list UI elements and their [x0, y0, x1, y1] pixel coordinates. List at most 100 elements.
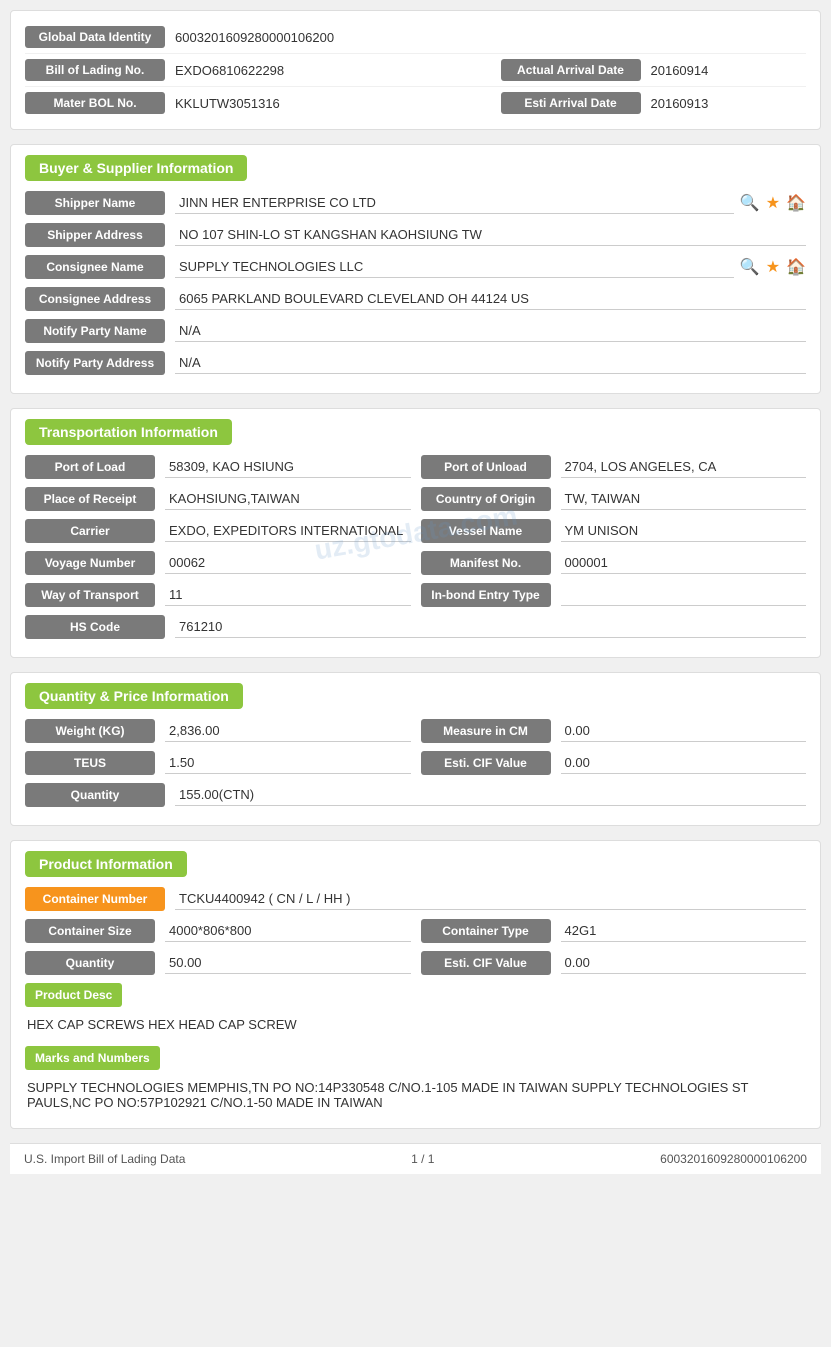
- port-of-load-col: Port of Load 58309, KAO HSIUNG: [25, 455, 411, 479]
- measure-in-cm-label: Measure in CM: [421, 719, 551, 743]
- product-desc-row: Product Desc HEX CAP SCREWS HEX HEAD CAP…: [25, 983, 806, 1040]
- in-bond-entry-type-label: In-bond Entry Type: [421, 583, 551, 607]
- container-number-row: Container Number TCKU4400942 ( CN / L / …: [25, 887, 806, 911]
- actual-arrival-pair: Actual Arrival Date 20160914: [491, 59, 807, 81]
- shipper-name-row: Shipper Name JINN HER ENTERPRISE CO LTD …: [25, 191, 806, 215]
- voyage-number-label: Voyage Number: [25, 551, 155, 575]
- quantity-value: 155.00(CTN): [175, 784, 806, 806]
- quantity-price-card: Quantity & Price Information Weight (KG)…: [10, 672, 821, 826]
- identity-card: Global Data Identity 6003201609280000106…: [10, 10, 821, 130]
- notify-party-address-value: N/A: [175, 352, 806, 374]
- hs-code-row: HS Code 761210: [25, 615, 806, 639]
- global-data-identity-row: Global Data Identity 6003201609280000106…: [25, 21, 806, 54]
- way-inbond-row: Way of Transport 11 In-bond Entry Type: [25, 583, 806, 607]
- star-icon[interactable]: ★: [766, 193, 780, 213]
- teus-value: 1.50: [165, 752, 411, 774]
- way-of-transport-label: Way of Transport: [25, 583, 155, 607]
- port-of-load-value: 58309, KAO HSIUNG: [165, 456, 411, 478]
- weight-kg-label: Weight (KG): [25, 719, 155, 743]
- marks-and-numbers-label: Marks and Numbers: [25, 1046, 160, 1070]
- shipper-address-label: Shipper Address: [25, 223, 165, 247]
- container-size-type-row: Container Size 4000*806*800 Container Ty…: [25, 919, 806, 943]
- place-of-receipt-col: Place of Receipt KAOHSIUNG,TAIWAN: [25, 487, 411, 511]
- notify-party-name-label: Notify Party Name: [25, 319, 165, 343]
- country-of-origin-label: Country of Origin: [421, 487, 551, 511]
- search-icon-2[interactable]: 🔍: [740, 257, 760, 277]
- shipper-address-value: NO 107 SHIN-LO ST KANGSHAN KAOHSIUNG TW: [175, 224, 806, 246]
- esti-cif-value-label: Esti. CIF Value: [421, 751, 551, 775]
- port-load-unload-row: Port of Load 58309, KAO HSIUNG Port of U…: [25, 455, 806, 479]
- country-of-origin-value: TW, TAIWAN: [561, 488, 807, 510]
- measure-in-cm-value: 0.00: [561, 720, 807, 742]
- transportation-card: uz.gtodata.com Transportation Informatio…: [10, 408, 821, 658]
- teus-col: TEUS 1.50: [25, 751, 411, 775]
- quantity-price-header: Quantity & Price Information: [25, 683, 243, 709]
- global-data-identity-label: Global Data Identity: [25, 26, 165, 48]
- product-card: Product Information Container Number TCK…: [10, 840, 821, 1129]
- home-icon-2[interactable]: 🏠: [786, 257, 806, 277]
- product-esti-cif-col: Esti. CIF Value 0.00: [421, 951, 807, 975]
- shipper-name-icons: 🔍 ★ 🏠: [740, 193, 806, 213]
- quantity-label: Quantity: [25, 783, 165, 807]
- home-icon[interactable]: 🏠: [786, 193, 806, 213]
- carrier-label: Carrier: [25, 519, 155, 543]
- quantity-row: Quantity 155.00(CTN): [25, 783, 806, 807]
- hs-code-label: HS Code: [25, 615, 165, 639]
- esti-cif-value-value: 0.00: [561, 752, 807, 774]
- way-of-transport-value: 11: [165, 584, 411, 606]
- consignee-name-value: SUPPLY TECHNOLOGIES LLC: [175, 256, 734, 278]
- bill-of-lading-value: EXDO6810622298: [175, 63, 491, 78]
- weight-kg-value: 2,836.00: [165, 720, 411, 742]
- mater-bol-value: KKLUTW3051316: [175, 96, 491, 111]
- way-of-transport-col: Way of Transport 11: [25, 583, 411, 607]
- container-number-label: Container Number: [25, 887, 165, 911]
- mater-bol-row: Mater BOL No. KKLUTW3051316 Esti Arrival…: [25, 87, 806, 119]
- product-esti-cif-label: Esti. CIF Value: [421, 951, 551, 975]
- container-type-label: Container Type: [421, 919, 551, 943]
- consignee-name-icons: 🔍 ★ 🏠: [740, 257, 806, 277]
- weight-kg-col: Weight (KG) 2,836.00: [25, 719, 411, 743]
- transportation-header: Transportation Information: [25, 419, 232, 445]
- mater-bol-label: Mater BOL No.: [25, 92, 165, 114]
- notify-party-address-row: Notify Party Address N/A: [25, 351, 806, 375]
- product-quantity-col: Quantity 50.00: [25, 951, 411, 975]
- esti-arrival-pair: Esti Arrival Date 20160913: [491, 92, 807, 114]
- star-icon-2[interactable]: ★: [766, 257, 780, 277]
- place-of-receipt-label: Place of Receipt: [25, 487, 155, 511]
- port-of-unload-col: Port of Unload 2704, LOS ANGELES, CA: [421, 455, 807, 479]
- carrier-col: Carrier EXDO, EXPEDITORS INTERNATIONAL: [25, 519, 411, 543]
- teus-esti-row: TEUS 1.50 Esti. CIF Value 0.00: [25, 751, 806, 775]
- marks-and-numbers-text: SUPPLY TECHNOLOGIES MEMPHIS,TN PO NO:14P…: [25, 1076, 806, 1118]
- vessel-name-col: Vessel Name YM UNISON: [421, 519, 807, 543]
- global-data-identity-value: 600320160928000010620​0: [175, 30, 806, 45]
- consignee-address-label: Consignee Address: [25, 287, 165, 311]
- product-esti-cif-value: 0.00: [561, 952, 807, 974]
- product-desc-label: Product Desc: [25, 983, 122, 1007]
- product-quantity-esti-row: Quantity 50.00 Esti. CIF Value 0.00: [25, 951, 806, 975]
- voyage-number-col: Voyage Number 00062: [25, 551, 411, 575]
- port-of-load-label: Port of Load: [25, 455, 155, 479]
- container-number-value: TCKU4400942 ( CN / L / HH ): [175, 888, 806, 910]
- footer-right: 600320160928000010620​0: [660, 1152, 807, 1166]
- manifest-no-label: Manifest No.: [421, 551, 551, 575]
- product-quantity-label: Quantity: [25, 951, 155, 975]
- shipper-name-label: Shipper Name: [25, 191, 165, 215]
- manifest-no-value: 000001: [561, 552, 807, 574]
- marks-and-numbers-row: Marks and Numbers SUPPLY TECHNOLOGIES ME…: [25, 1046, 806, 1118]
- footer-left: U.S. Import Bill of Lading Data: [24, 1152, 185, 1166]
- product-header: Product Information: [25, 851, 187, 877]
- notify-party-name-value: N/A: [175, 320, 806, 342]
- shipper-name-value: JINN HER ENTERPRISE CO LTD: [175, 192, 734, 214]
- in-bond-entry-col: In-bond Entry Type: [421, 583, 807, 607]
- actual-arrival-date-label: Actual Arrival Date: [501, 59, 641, 81]
- carrier-vessel-row: Carrier EXDO, EXPEDITORS INTERNATIONAL V…: [25, 519, 806, 543]
- buyer-supplier-card: Buyer & Supplier Information Shipper Nam…: [10, 144, 821, 394]
- voyage-manifest-row: Voyage Number 00062 Manifest No. 000001: [25, 551, 806, 575]
- weight-measure-row: Weight (KG) 2,836.00 Measure in CM 0.00: [25, 719, 806, 743]
- container-size-value: 4000*806*800: [165, 920, 411, 942]
- shipper-address-row: Shipper Address NO 107 SHIN-LO ST KANGSH…: [25, 223, 806, 247]
- esti-cif-col: Esti. CIF Value 0.00: [421, 751, 807, 775]
- search-icon[interactable]: 🔍: [740, 193, 760, 213]
- teus-label: TEUS: [25, 751, 155, 775]
- consignee-name-row: Consignee Name SUPPLY TECHNOLOGIES LLC 🔍…: [25, 255, 806, 279]
